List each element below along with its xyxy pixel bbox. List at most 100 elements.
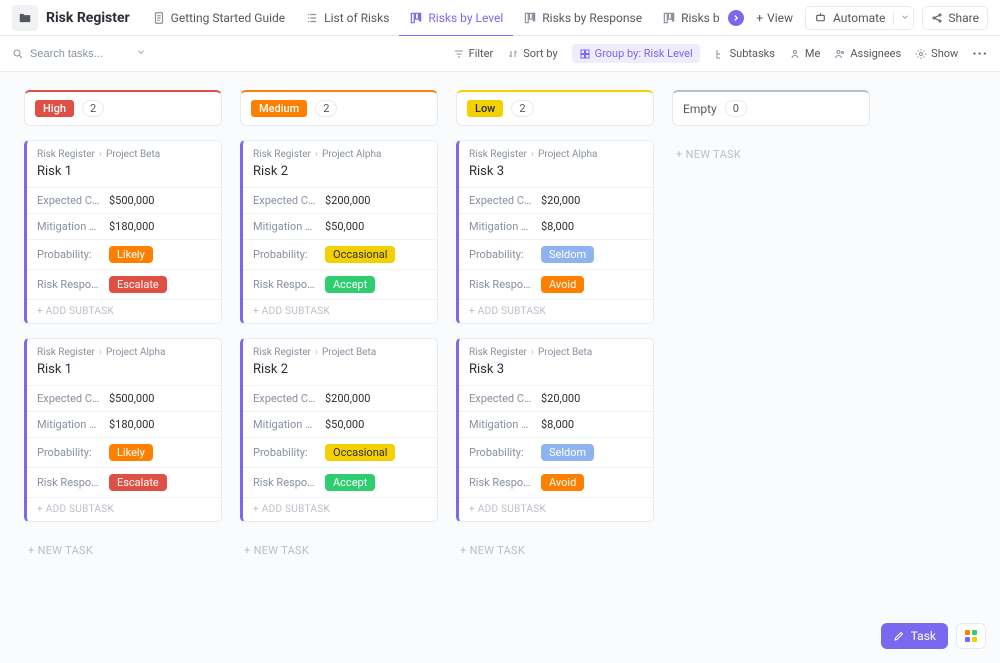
task-card[interactable]: Risk Register›Project Beta Risk 3 Expected… (456, 338, 654, 522)
filter-icon (453, 48, 465, 60)
folder-icon[interactable] (12, 5, 38, 31)
mitigation-value: $180,000 (109, 418, 154, 431)
floating-actions: Task (881, 623, 986, 649)
tab-list-of-risks[interactable]: List of Risks (295, 0, 399, 36)
task-card[interactable]: Risk Register›Project Beta Risk 2 Expected… (240, 338, 438, 522)
show-button[interactable]: Show (915, 47, 958, 60)
group-by-button[interactable]: Group by: Risk Level (572, 44, 700, 63)
card-title: Risk 2 (253, 362, 427, 377)
field-mitigation: Mitigation …$180,000 (27, 411, 221, 437)
breadcrumb: Risk Register›Project Beta (37, 149, 211, 160)
field-risk-response: Risk Respo…Escalate (27, 269, 221, 299)
search-wrap (12, 47, 172, 60)
card-title: Risk 3 (469, 362, 643, 377)
filter-button[interactable]: Filter (453, 47, 494, 60)
apps-fab[interactable] (956, 623, 986, 649)
mitigation-value: $50,000 (325, 418, 364, 431)
new-task-button[interactable]: + NEW TASK (24, 536, 222, 565)
risk-response-tag: Escalate (109, 474, 167, 491)
column-level-pill: Low (467, 100, 503, 117)
tab-label: Risks by Response (542, 11, 642, 25)
field-expected-cost: Expected C…$200,000 (243, 385, 437, 411)
add-view-button[interactable]: + View (748, 11, 801, 25)
search-input[interactable] (30, 48, 130, 60)
add-view-label: View (767, 11, 793, 25)
breadcrumb: Risk Register›Project Beta (469, 347, 643, 358)
expected-cost-value: $20,000 (541, 392, 580, 405)
card-title: Risk 1 (37, 362, 211, 377)
field-probability: Probability:Seldom (459, 437, 653, 467)
column-header[interactable]: Medium2 (240, 90, 438, 126)
field-label: Risk Respo… (469, 476, 541, 489)
gear-icon (915, 48, 927, 60)
toolbar: Filter Sort by Group by: Risk Level Subt… (0, 36, 1000, 72)
field-label: Expected C… (469, 392, 541, 405)
probability-tag: Likely (109, 444, 153, 461)
risk-response-tag: Accept (325, 474, 375, 491)
search-icon (12, 48, 24, 60)
tab-risks-by-response[interactable]: Risks by Response (513, 0, 652, 36)
field-label: Risk Respo… (469, 278, 541, 291)
share-label: Share (948, 11, 979, 25)
add-subtask-button[interactable]: + ADD SUBTASK (459, 299, 653, 323)
field-label: Risk Respo… (253, 476, 325, 489)
column-empty: Empty0 + NEW TASK (672, 90, 870, 169)
column-header[interactable]: High2 (24, 90, 222, 126)
assignees-button[interactable]: Assignees (834, 47, 901, 60)
breadcrumb: Risk Register›Project Alpha (469, 149, 643, 160)
sort-button[interactable]: Sort by (507, 47, 557, 60)
add-subtask-button[interactable]: + ADD SUBTASK (459, 497, 653, 521)
add-subtask-button[interactable]: + ADD SUBTASK (243, 299, 437, 323)
column-high: High2Risk Register›Project BetaRisk 1Exp… (24, 90, 222, 565)
robot-icon (814, 11, 827, 24)
add-subtask-button[interactable]: + ADD SUBTASK (27, 299, 221, 323)
add-subtask-button[interactable]: + ADD SUBTASK (243, 497, 437, 521)
probability-tag: Seldom (541, 444, 594, 461)
field-mitigation: Mitigation …$8,000 (459, 411, 653, 437)
add-subtask-button[interactable]: + ADD SUBTASK (27, 497, 221, 521)
breadcrumb: Risk Register›Project Alpha (253, 149, 427, 160)
field-label: Probability: (253, 248, 325, 261)
new-task-button[interactable]: + NEW TASK (240, 536, 438, 565)
more-views-icon[interactable] (728, 10, 744, 26)
tab-risks-by-status[interactable]: Risks by Status (652, 0, 720, 36)
probability-tag: Likely (109, 246, 153, 263)
column-header[interactable]: Empty0 (672, 90, 870, 126)
automate-button[interactable]: Automate (805, 6, 914, 30)
field-mitigation: Mitigation …$8,000 (459, 213, 653, 239)
task-card[interactable]: Risk Register›Project AlphaRisk 2Expecte… (240, 140, 438, 324)
task-card[interactable]: Risk Register›Project BetaRisk 1Expected… (24, 140, 222, 324)
tab-risks-by-level[interactable]: Risks by Level (399, 0, 513, 36)
more-options-button[interactable]: ··· (972, 46, 988, 62)
expected-cost-value: $500,000 (109, 392, 154, 405)
view-tabs: Getting Started GuideList of RisksRisks … (142, 0, 721, 36)
chevron-down-icon[interactable] (136, 47, 146, 60)
field-label: Mitigation … (37, 220, 109, 233)
column-header[interactable]: Low2 (456, 90, 654, 126)
field-expected-cost: Expected C…$200,000 (243, 187, 437, 213)
new-task-button[interactable]: + NEW TASK (456, 536, 654, 565)
field-label: Mitigation … (253, 418, 325, 431)
new-task-button[interactable]: + NEW TASK (672, 140, 870, 169)
breadcrumb: Risk Register›Project Beta (253, 347, 427, 358)
field-label: Risk Respo… (37, 476, 109, 489)
field-label: Expected C… (37, 392, 109, 405)
task-card[interactable]: Risk Register›Project AlphaRisk 3Expecte… (456, 140, 654, 324)
field-label: Probability: (37, 248, 109, 261)
column-low: Low2Risk Register›Project AlphaRisk 3Exp… (456, 90, 654, 565)
subtasks-button[interactable]: Subtasks (714, 47, 775, 60)
share-button[interactable]: Share (922, 6, 988, 30)
sort-label: Sort by (523, 47, 557, 60)
chevron-down-icon (893, 11, 905, 25)
task-card[interactable]: Risk Register›Project AlphaRisk 1Expecte… (24, 338, 222, 522)
risk-response-tag: Accept (325, 276, 375, 293)
risk-response-tag: Avoid (541, 276, 584, 293)
group-icon (579, 48, 591, 60)
tab-getting-started-guide[interactable]: Getting Started Guide (142, 0, 295, 36)
new-task-fab[interactable]: Task (881, 623, 948, 649)
field-risk-response: Risk Respo…Accept (243, 269, 437, 299)
me-button[interactable]: Me (789, 47, 820, 60)
field-label: Expected C… (253, 392, 325, 405)
field-expected-cost: Expected C…$500,000 (27, 187, 221, 213)
field-risk-response: Risk Respo…Escalate (27, 467, 221, 497)
